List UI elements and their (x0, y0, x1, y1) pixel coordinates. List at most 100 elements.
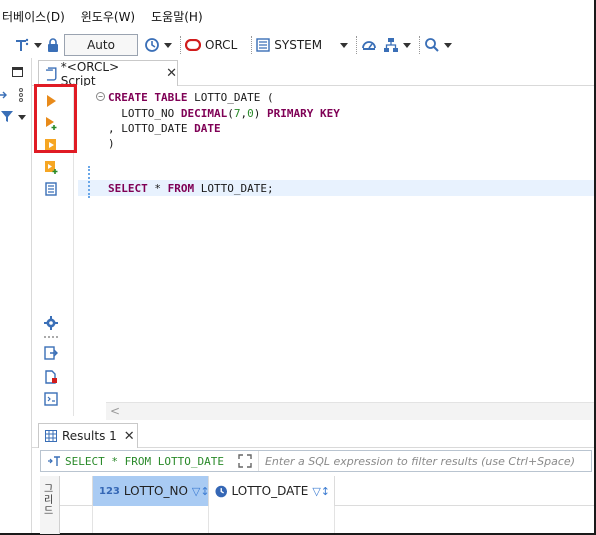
expand-icon[interactable] (238, 454, 252, 468)
explain-plan-icon[interactable] (44, 182, 58, 196)
column-name: LOTTO_DATE (231, 484, 309, 498)
schema-label: SYSTEM (274, 38, 323, 52)
transaction-mode-button[interactable] (14, 34, 46, 56)
results-tabbar: Results 1 ✕ (32, 420, 594, 448)
filter-input[interactable]: Enter a SQL expression to filter results… (259, 455, 575, 468)
highlight-box (34, 84, 77, 153)
grid-column (93, 506, 209, 533)
sql-keyword: PRIMARY KEY (266, 107, 340, 120)
column-header-lotto-date[interactable]: LOTTO_DATE ▽↕ (209, 476, 335, 506)
column-header-lotto-no[interactable]: 123 LOTTO_NO ▽↕ (93, 476, 210, 506)
code-line[interactable]: , LOTTO_DATE DATE (108, 121, 221, 136)
code-line[interactable]: ) (108, 136, 115, 151)
chevron-down-icon[interactable] (444, 42, 453, 48)
sql-text: LOTTO_NO (108, 107, 181, 120)
dashboard-icon (362, 41, 376, 50)
fold-icon[interactable]: − (96, 92, 105, 101)
datasource-label: ORCL (205, 38, 238, 52)
results-query[interactable]: SELECT * FROM LOTTO_DATE (41, 451, 259, 471)
maximize-icon[interactable] (12, 67, 23, 77)
sql-text: ) (253, 107, 267, 120)
menu-database[interactable]: 터베이스(D) (2, 8, 65, 25)
menu-bar: 터베이스(D) 윈도우(W) 도움말(H) (0, 0, 594, 32)
results-tab-label: Results 1 (62, 429, 117, 443)
editor-tab-script[interactable]: *<ORCL> Script ✕ (38, 60, 178, 88)
toolbar-separator (251, 36, 253, 54)
chevron-down-icon[interactable] (403, 42, 412, 48)
sql-number: 0 (247, 107, 254, 120)
sql-keyword: SELECT (108, 182, 148, 195)
sql-text: * (147, 182, 168, 195)
toolbar-separator (419, 36, 421, 54)
editor-tabbar: *<ORCL> Script ✕ (32, 58, 594, 88)
grid-icon (45, 430, 57, 442)
tree-button[interactable] (383, 34, 415, 56)
row-number-header (60, 476, 93, 506)
column-name: LOTTO_NO (123, 484, 188, 498)
toolbar-separator (180, 36, 181, 54)
sql-keyword: DATE (194, 122, 221, 135)
lock-button[interactable] (46, 34, 60, 56)
settings-icon[interactable] (44, 316, 58, 330)
sql-editor[interactable]: − CREATE TABLE LOTTO_DATE ( LOTTO_NO DEC… (78, 86, 594, 404)
date-type-icon (215, 485, 228, 497)
datasource-selector[interactable]: ORCL (185, 34, 237, 56)
history-button[interactable] (144, 34, 176, 56)
code-line[interactable]: LOTTO_NO DECIMAL(7,0) PRIMARY KEY (108, 106, 340, 121)
sql-text: LOTTO_DATE ( (187, 91, 274, 104)
script-icon (45, 66, 57, 81)
toolbar-separator (356, 36, 358, 54)
history-icon (145, 38, 159, 52)
close-icon[interactable]: ✕ (124, 429, 135, 444)
results-grid-header: 123 LOTTO_NO ▽↕ LOTTO_DATE ▽↕ (60, 476, 594, 506)
sql-text: LOTTO_DATE; (194, 182, 274, 195)
gutter-separator (44, 336, 58, 338)
sql-keyword: DECIMAL (180, 107, 228, 120)
arrow-right-icon[interactable] (0, 90, 8, 100)
load-file-icon[interactable] (44, 370, 58, 384)
results-query-text: SELECT * FROM LOTTO_DATE (65, 454, 224, 468)
search-icon (425, 38, 439, 52)
sql-keyword: FROM (167, 182, 195, 195)
more-icon[interactable] (18, 88, 24, 102)
number-type-icon: 123 (99, 485, 120, 497)
commit-mode-box[interactable]: Auto (64, 34, 138, 56)
code-line[interactable]: SELECT * FROM LOTTO_DATE; (108, 181, 274, 196)
transaction-icon (16, 38, 29, 51)
close-icon[interactable]: ✕ (166, 66, 177, 81)
sql-text: , LOTTO_DATE (108, 122, 195, 135)
row-number-column (60, 506, 93, 533)
menu-window[interactable]: 윈도우(W) (81, 8, 135, 25)
grid-column (209, 506, 335, 533)
sort-filter-icon[interactable]: ▽↕ (192, 485, 210, 498)
sort-filter-icon[interactable]: ▽↕ (312, 485, 330, 498)
schema-selector[interactable]: SYSTEM (256, 34, 352, 56)
statement-marker (88, 166, 90, 198)
code-line[interactable]: CREATE TABLE LOTTO_DATE ( (108, 90, 274, 105)
left-panel-strip (0, 58, 32, 533)
chevron-down-icon[interactable] (340, 42, 349, 48)
save-file-icon[interactable] (44, 392, 58, 406)
chevron-down-icon[interactable] (34, 42, 42, 48)
main-toolbar: Auto ORCL SYSTEM (0, 32, 594, 58)
lock-icon (48, 38, 58, 52)
horizontal-scrollbar[interactable]: < (106, 402, 594, 420)
results-tab[interactable]: Results 1 ✕ (38, 423, 138, 448)
oracle-icon (185, 39, 201, 51)
sql-text: ) (108, 137, 115, 150)
menu-help[interactable]: 도움말(H) (151, 8, 203, 25)
filter-icon[interactable] (0, 110, 16, 124)
export-icon[interactable] (44, 346, 58, 360)
dashboard-button[interactable] (361, 34, 377, 56)
results-filter-bar: SELECT * FROM LOTTO_DATE Enter a SQL exp… (40, 450, 592, 472)
grid-side-tab[interactable]: 그리드 (40, 476, 60, 534)
scroll-left-icon[interactable]: < (110, 404, 120, 418)
execute-script-new-tab-icon[interactable] (44, 160, 58, 174)
search-button[interactable] (424, 34, 456, 56)
sql-text: ( (227, 107, 234, 120)
grid-side-tab-label: 그리드 (44, 484, 54, 517)
chevron-down-icon[interactable] (164, 42, 172, 48)
schema-icon (256, 38, 270, 52)
sql-keyword: CREATE TABLE (108, 91, 188, 104)
chevron-down-icon[interactable] (18, 115, 26, 120)
